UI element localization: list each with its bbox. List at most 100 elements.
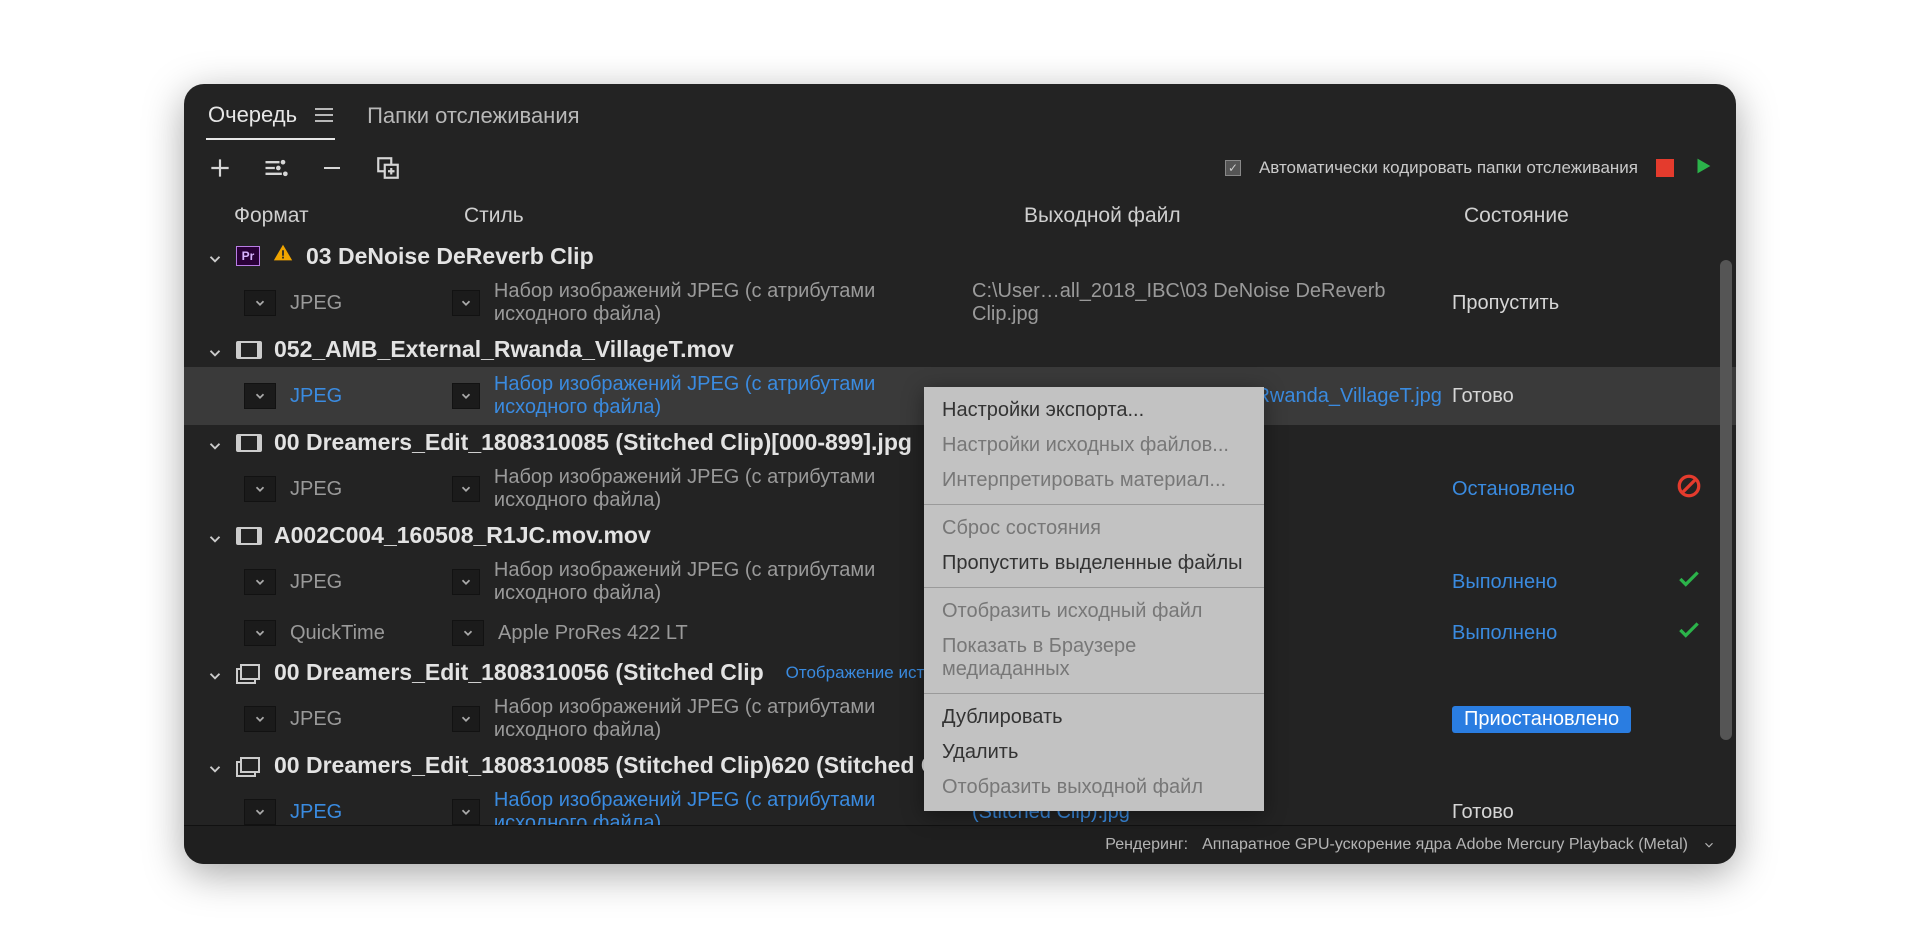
preset-value: Набор изображений JPEG (с атрибутами исх… [494,696,972,742]
col-format: Формат [234,204,464,228]
chevron-down-icon[interactable] [1702,838,1716,852]
format-dropdown[interactable] [244,569,276,595]
context-menu-item: Интерпретировать материал... [924,463,1264,498]
preset-value: Набор изображений JPEG (с атрибутами исх… [494,789,972,825]
context-menu: Настройки экспорта...Настройки исходных … [924,387,1264,811]
col-style: Стиль [464,204,1024,228]
group-title: A002C004_160508_R1JC.mov.mov [274,522,651,549]
tab-watch-folders[interactable]: Папки отслеживания [365,97,581,139]
format-dropdown[interactable] [244,620,276,646]
preset-dropdown[interactable] [452,383,480,409]
group-title: 03 DeNoise DeReverb Clip [306,243,594,270]
preset-dropdown[interactable] [452,706,480,732]
context-menu-item: Настройки исходных файлов... [924,428,1264,463]
preset-value: Набор изображений JPEG (с атрибутами исх… [494,466,972,512]
status-value: Готово [1452,801,1514,824]
preset-value: Apple ProRes 422 LT [498,622,688,645]
preset-value: Набор изображений JPEG (с атрибутами исх… [494,280,972,326]
format-value: JPEG [290,708,342,731]
group-title: 00 Dreamers_Edit_1808310085 (Stitched Cl… [274,752,964,779]
tab-queue-label: Очередь [208,102,297,128]
expand-chevron-icon[interactable] [206,757,224,775]
queue-group-row[interactable]: Pr 03 DeNoise DeReverb Clip [184,238,1736,274]
duplicate-button[interactable] [374,154,402,182]
context-menu-item[interactable]: Удалить [924,735,1264,770]
stitched-stack-icon [236,755,262,777]
format-value: QuickTime [290,622,385,645]
queue-item-row[interactable]: JPEG Набор изображений JPEG (с атрибутами… [184,274,1736,332]
status-value: Пропустить [1452,292,1559,315]
format-value: JPEG [290,801,342,824]
format-dropdown[interactable] [244,706,276,732]
expand-chevron-icon[interactable] [206,341,224,359]
context-menu-item[interactable]: Пропустить выделенные файлы [924,546,1264,581]
context-menu-item: Показать в Браузере медиаданных [924,629,1264,687]
status-value: Остановлено [1452,478,1575,501]
stitched-stack-icon [236,662,262,684]
expand-chevron-icon[interactable] [206,434,224,452]
video-file-icon [236,339,262,361]
remove-button[interactable] [318,154,346,182]
status-value: Выполнено [1452,622,1557,645]
column-headers: Формат Стиль Выходной файл Состояние [184,200,1736,238]
format-value: JPEG [290,385,342,408]
format-value: JPEG [290,571,342,594]
video-file-icon [236,432,262,454]
stopped-forbid-icon [1676,473,1702,505]
format-dropdown[interactable] [244,383,276,409]
panel-menu-icon[interactable] [315,108,333,122]
auto-encode-label: Автоматически кодировать папки отслежива… [1259,158,1638,178]
video-file-icon [236,525,262,547]
queue-group-row[interactable]: 052_AMB_External_Rwanda_VillageT.mov [184,332,1736,367]
preset-dropdown[interactable] [452,799,480,825]
context-menu-item[interactable]: Дублировать [924,700,1264,735]
panel-tabs: Очередь Папки отслеживания [184,84,1736,140]
context-menu-item[interactable]: Настройки экспорта... [924,393,1264,428]
render-value: Аппаратное GPU-ускорение ядра Adobe Merc… [1202,836,1688,854]
col-output: Выходной файл [1024,204,1464,228]
status-value: Готово [1452,385,1514,408]
format-dropdown[interactable] [244,476,276,502]
queue-window: Очередь Папки отслеживания [184,84,1736,864]
stop-queue-button[interactable] [1656,159,1674,177]
done-check-icon [1676,566,1702,598]
context-menu-item: Сброс состояния [924,511,1264,546]
format-dropdown[interactable] [244,290,276,316]
format-dropdown[interactable] [244,799,276,825]
preset-value: Набор изображений JPEG (с атрибутами исх… [494,373,972,419]
settings-sliders-button[interactable] [262,154,290,182]
preset-dropdown[interactable] [452,569,480,595]
preset-dropdown[interactable] [452,290,480,316]
scrollbar[interactable] [1720,260,1732,740]
warning-icon [272,242,294,270]
expand-chevron-icon[interactable] [206,247,224,265]
start-queue-button[interactable] [1692,155,1714,182]
expand-chevron-icon[interactable] [206,527,224,545]
add-source-button[interactable] [206,154,234,182]
group-title: 00 Dreamers_Edit_1808310056 (Stitched Cl… [274,659,764,686]
context-menu-separator [924,504,1264,505]
done-check-icon [1676,617,1702,649]
preset-dropdown[interactable] [452,620,484,646]
premiere-badge-icon: Pr [236,246,260,266]
context-menu-separator [924,587,1264,588]
preset-dropdown[interactable] [452,476,480,502]
status-value: Выполнено [1452,571,1557,594]
format-value: JPEG [290,478,342,501]
status-value: Приостановлено [1452,706,1631,733]
format-value: JPEG [290,292,342,315]
group-title: 052_AMB_External_Rwanda_VillageT.mov [274,336,734,363]
render-label: Рендеринг: [1105,836,1188,854]
tab-queue[interactable]: Очередь [206,96,335,140]
expand-chevron-icon[interactable] [206,664,224,682]
auto-encode-checkbox[interactable] [1225,160,1241,176]
col-status: Состояние [1464,204,1726,228]
output-path[interactable]: C:\User…all_2018_IBC\03 DeNoise DeReverb… [972,280,1452,326]
context-menu-item: Отобразить выходной файл [924,770,1264,805]
context-menu-separator [924,693,1264,694]
status-bar: Рендеринг: Аппаратное GPU-ускорение ядра… [184,825,1736,864]
context-menu-item: Отобразить исходный файл [924,594,1264,629]
tab-watch-label: Папки отслеживания [367,103,579,129]
preset-value: Набор изображений JPEG (с атрибутами исх… [494,559,972,605]
group-title: 00 Dreamers_Edit_1808310085 (Stitched Cl… [274,429,912,456]
